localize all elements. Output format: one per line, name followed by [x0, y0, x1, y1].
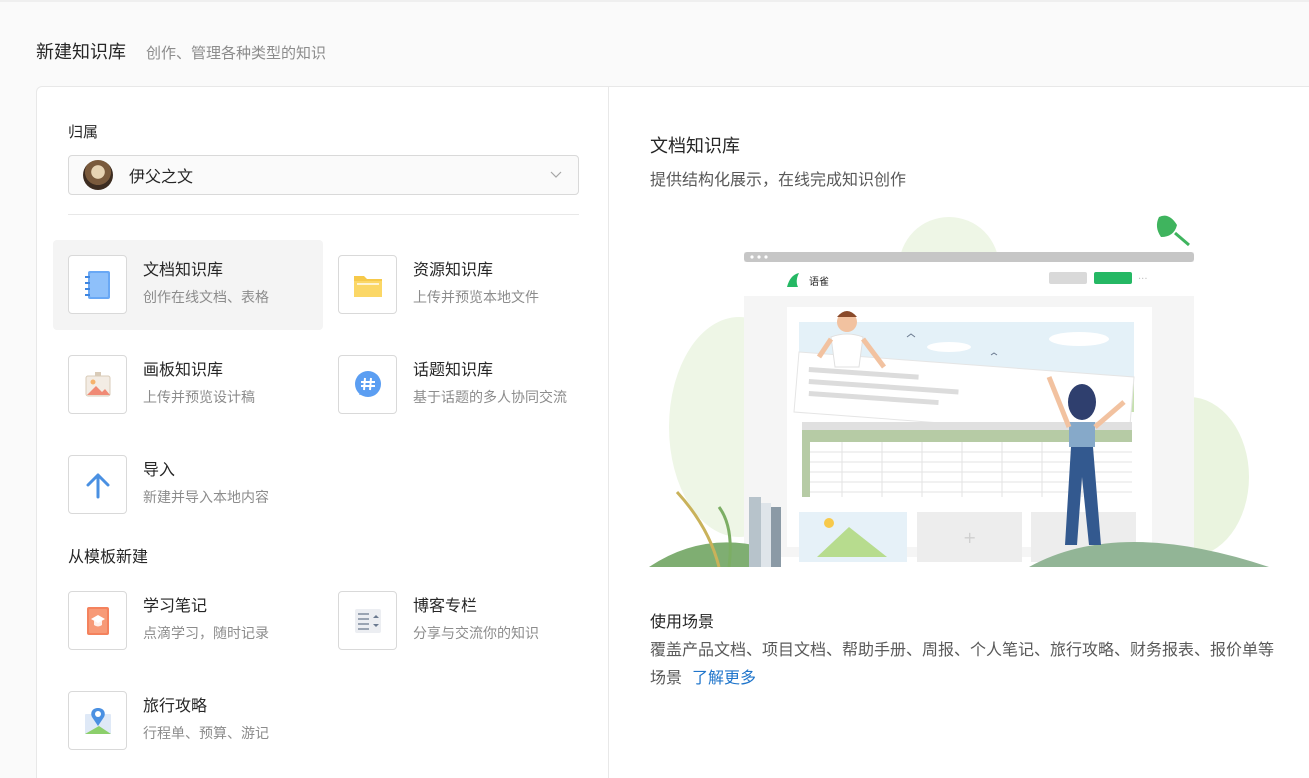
card-desc: 点滴学习，随时记录	[143, 626, 269, 642]
blog-list-icon	[338, 591, 397, 650]
learn-more-link[interactable]: 了解更多	[692, 668, 756, 687]
card-title: 画板知识库	[143, 360, 224, 379]
card-title: 文档知识库	[143, 260, 224, 279]
page-subtitle: 创作、管理各种类型的知识	[146, 44, 327, 62]
create-library-panel: 归属 伊父之文 文档知识库 创作在线文档、表格 资源知识库 上传并预览本地文件 …	[36, 86, 1309, 778]
card-desc: 新建并导入本地内容	[143, 490, 269, 506]
card-desc: 上传并预览设计稿	[143, 390, 255, 406]
page-header: 新建知识库 创作、管理各种类型的知识	[36, 38, 326, 66]
doc-library-illustration: 语雀 ··· +	[649, 215, 1269, 567]
card-resource-library[interactable]: 资源知识库 上传并预览本地文件	[323, 240, 593, 330]
picture-board-icon	[68, 355, 127, 414]
hashtag-bubble-icon	[338, 355, 397, 414]
illustration-brand: 语雀	[809, 276, 829, 288]
card-desc: 行程单、预算、游记	[143, 726, 269, 742]
card-topic-library[interactable]: 话题知识库 基于话题的多人协同交流	[323, 340, 593, 430]
card-desc: 创作在线文档、表格	[143, 290, 269, 306]
card-doc-library[interactable]: 文档知识库 创作在线文档、表格	[53, 240, 323, 330]
card-template-travel[interactable]: 旅行攻略 行程单、预算、游记	[53, 676, 323, 766]
owner-label: 归属	[68, 123, 99, 141]
divider	[68, 214, 579, 215]
scene-desc: 覆盖产品文档、项目文档、帮助手册、周报、个人笔记、旅行攻略、财务报表、报价单等场…	[650, 636, 1280, 692]
study-book-icon	[68, 591, 127, 650]
card-title: 话题知识库	[413, 360, 494, 379]
owner-name: 伊父之文	[129, 167, 194, 186]
card-desc: 基于话题的多人协同交流	[413, 390, 567, 406]
card-title: 博客专栏	[413, 596, 478, 615]
arrow-up-icon	[68, 455, 127, 514]
card-title: 资源知识库	[413, 260, 494, 279]
card-title: 导入	[143, 460, 176, 479]
detail-title: 文档知识库	[650, 136, 740, 157]
card-board-library[interactable]: 画板知识库 上传并预览设计稿	[53, 340, 323, 430]
scene-title: 使用场景	[650, 612, 715, 631]
card-import[interactable]: 导入 新建并导入本地内容	[53, 440, 323, 530]
card-desc: 上传并预览本地文件	[413, 290, 539, 306]
card-template-blog[interactable]: 博客专栏 分享与交流你的知识	[323, 576, 593, 666]
folder-icon	[338, 255, 397, 314]
chevron-down-icon	[550, 171, 562, 178]
card-title: 旅行攻略	[143, 696, 208, 715]
svg-text:+: +	[963, 528, 976, 547]
doc-notebook-icon	[68, 255, 127, 314]
templates-label: 从模板新建	[68, 547, 149, 566]
detail-desc: 提供结构化展示，在线完成知识创作	[650, 170, 907, 189]
library-type-list: 归属 伊父之文 文档知识库 创作在线文档、表格 资源知识库 上传并预览本地文件 …	[37, 87, 609, 778]
card-title: 学习笔记	[143, 596, 208, 615]
svg-text:···: ···	[1138, 274, 1148, 285]
card-template-study-notes[interactable]: 学习笔记 点滴学习，随时记录	[53, 576, 323, 666]
page-title: 新建知识库	[36, 42, 126, 63]
library-detail: 文档知识库 提供结构化展示，在线完成知识创作 语雀 ··· + 使用场景 覆盖产…	[609, 87, 1309, 778]
avatar	[83, 160, 113, 190]
owner-select[interactable]: 伊父之文	[68, 155, 579, 195]
top-divider	[0, 0, 1309, 2]
card-desc: 分享与交流你的知识	[413, 626, 539, 642]
map-pin-icon	[68, 691, 127, 750]
